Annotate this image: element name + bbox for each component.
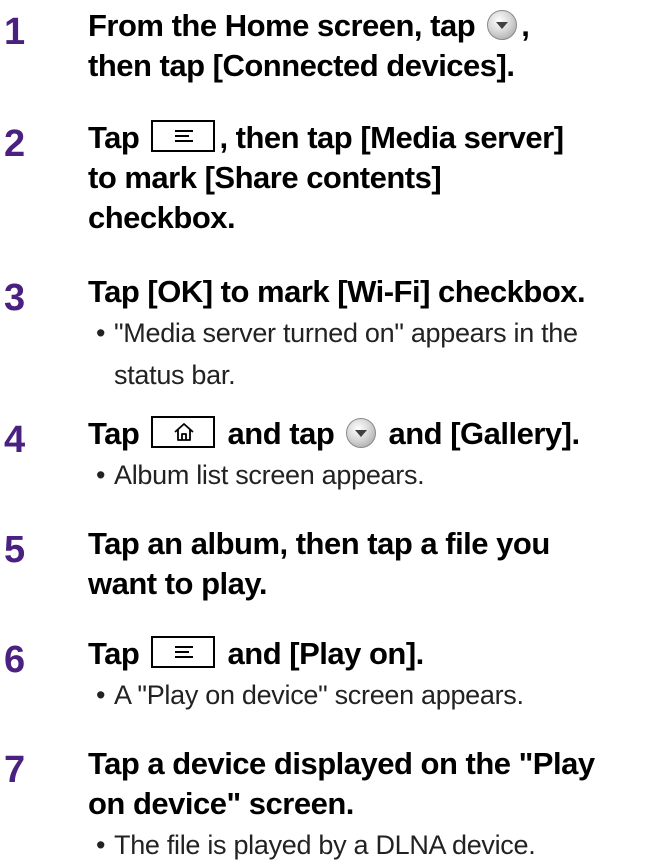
step-note: • "Media server turned on" appears in the… [96, 312, 662, 396]
menu-key-icon [151, 120, 216, 152]
instruction-line: to mark [Share contents] [88, 160, 442, 195]
apps-ball-icon [487, 10, 518, 40]
instruction-line: then tap [Connected devices]. [88, 48, 515, 83]
apps-ball-icon [346, 418, 377, 448]
step-number: 2 [4, 123, 26, 165]
step-note: • A "Play on device" screen appears. [96, 674, 662, 716]
step-number: 5 [4, 529, 26, 571]
step-number: 7 [4, 749, 26, 791]
step-instruction: Tap [OK] to mark [Wi-Fi] checkbox. [88, 272, 664, 312]
step-note: • The file is played by a DLNA device. [96, 824, 662, 866]
bullet: • [96, 680, 106, 710]
instruction-line: Tap and [Play on]. [88, 636, 424, 671]
step-note: • Album list screen appears. [96, 454, 662, 496]
step-instruction: From the Home screen, tap , then tap [Co… [88, 6, 664, 86]
bullet: • [96, 460, 106, 490]
instruction-line: Tap and tap and [Gallery]. [88, 416, 580, 451]
note-line: status bar. [114, 360, 236, 390]
note-line: • A "Play on device" screen appears. [96, 674, 662, 716]
step-number: 1 [4, 11, 26, 53]
bullet: • [96, 318, 106, 348]
step-instruction: Tap a device displayed on the "Play on d… [88, 744, 664, 824]
step-instruction: Tap , then tap [Media server] to mark [S… [88, 118, 664, 238]
note-line: • Album list screen appears. [96, 454, 662, 496]
instruction-line: checkbox. [88, 200, 236, 235]
instruction-line: Tap [OK] to mark [Wi-Fi] checkbox. [88, 274, 586, 309]
instruction-line: Tap an album, then tap a file you [88, 526, 550, 561]
menu-key-icon [151, 636, 216, 668]
bullet: • [96, 830, 106, 860]
step-number: 6 [4, 639, 26, 681]
home-key-icon [151, 416, 216, 448]
step-instruction: Tap an album, then tap a file you want t… [88, 524, 664, 604]
instruction-line: Tap a device displayed on the "Play [88, 746, 595, 781]
instruction-line: want to play. [88, 566, 267, 601]
step-instruction: Tap and [Play on]. [88, 634, 664, 674]
step-number: 4 [4, 419, 26, 461]
instruction-line: From the Home screen, tap , [88, 8, 530, 43]
instruction-line: Tap , then tap [Media server] [88, 120, 564, 155]
note-line: • "Media server turned on" appears in the [96, 312, 662, 354]
step-instruction: Tap and tap and [Gallery]. [88, 414, 664, 454]
instruction-line: on device" screen. [88, 786, 354, 821]
note-line: • The file is played by a DLNA device. [96, 824, 662, 866]
step-number: 3 [4, 277, 26, 319]
